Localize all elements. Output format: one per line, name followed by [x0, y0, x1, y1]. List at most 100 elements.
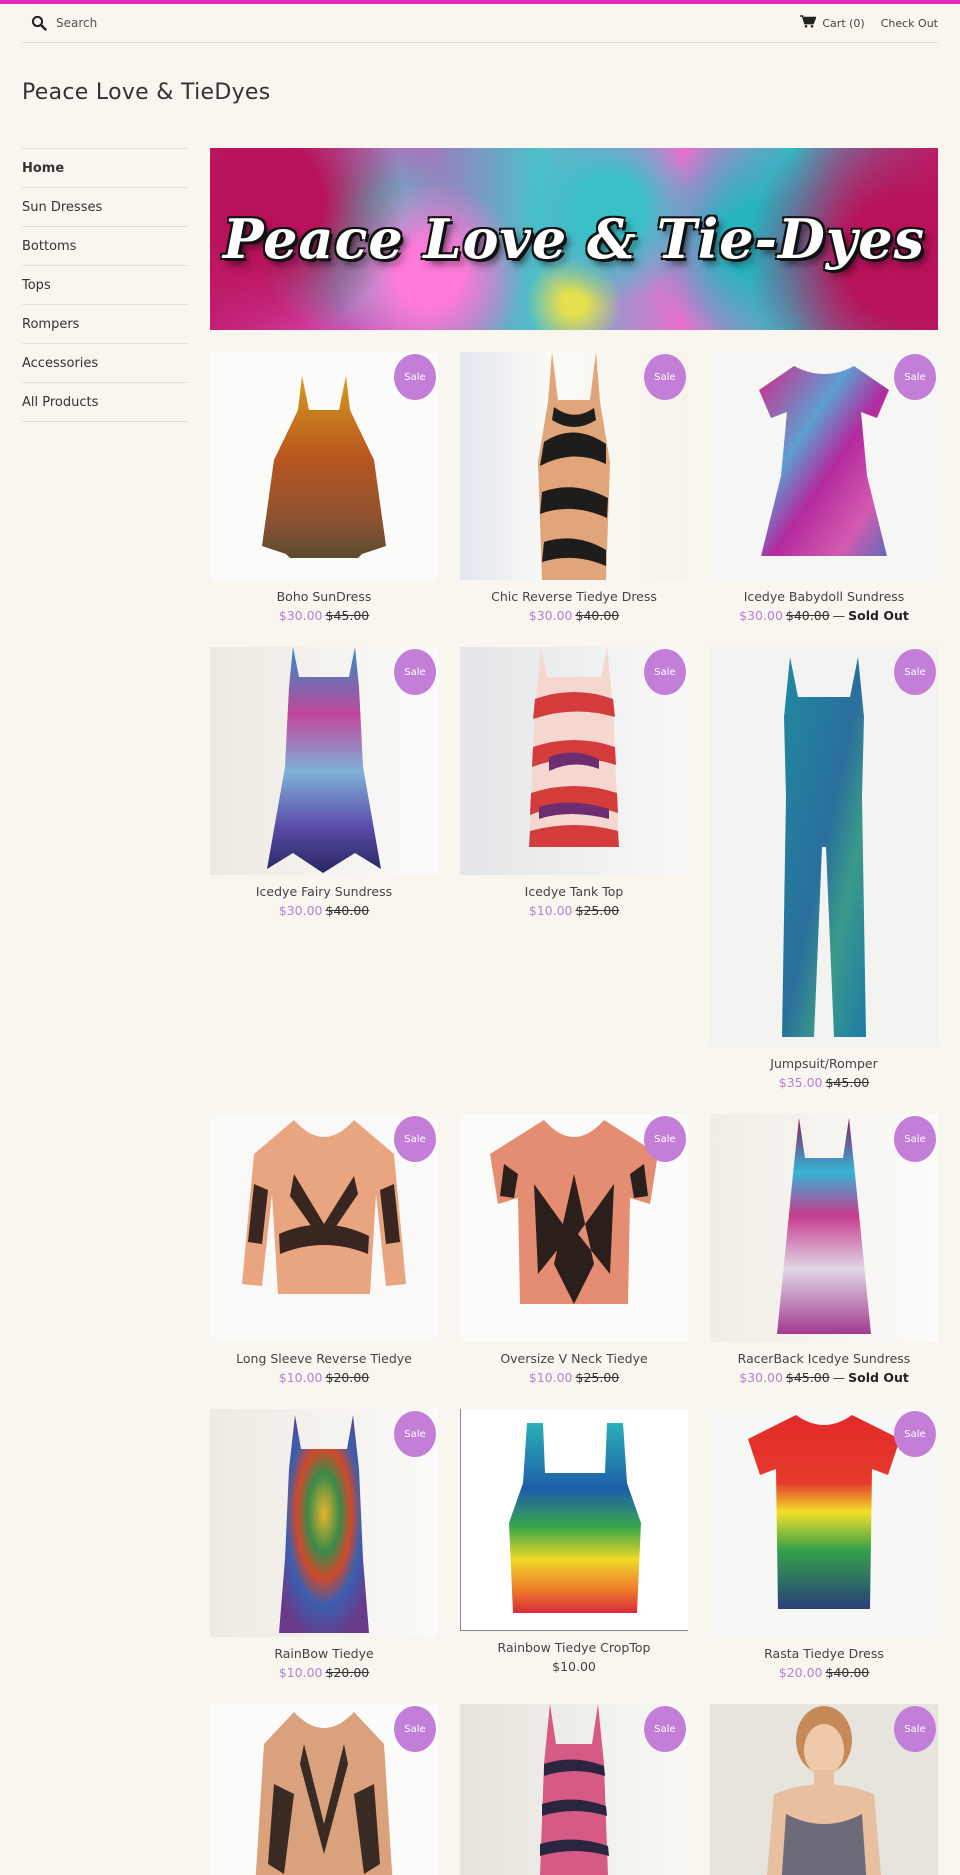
sold-out-label: Sold Out [848, 1370, 909, 1385]
product-title[interactable]: RacerBack Icedye Sundress [710, 1351, 938, 1366]
sale-price: $20.00 [778, 1665, 823, 1680]
product-title[interactable]: Oversize V Neck Tiedye [460, 1351, 688, 1366]
search-input[interactable] [56, 11, 256, 35]
product-price: $35.00 $45.00 [710, 1075, 938, 1090]
product-image[interactable]: Sale [210, 647, 438, 875]
cart-label: Cart (0) [822, 16, 865, 30]
product-image[interactable]: Sale [210, 352, 438, 580]
product-title[interactable]: Boho SunDress [210, 589, 438, 604]
product-price: $30.00 $45.00— Sold Out [710, 1370, 938, 1385]
sale-badge: Sale [394, 1116, 436, 1162]
product-card: Sale [710, 1704, 938, 1875]
compare-price: $25.00 [575, 903, 620, 918]
sale-price: $10.00 [528, 1370, 573, 1385]
product-title[interactable]: Chic Reverse Tiedye Dress [460, 589, 688, 604]
product-image[interactable]: Sale [710, 1704, 938, 1875]
product-title[interactable]: Icedye Tank Top [460, 884, 688, 899]
product-price: $30.00 $40.00— Sold Out [710, 608, 938, 623]
product-title[interactable]: Rasta Tiedye Dress [710, 1646, 938, 1661]
product-card: Sale Jumpsuit/Romper $35.00 $45.00 [710, 647, 938, 1090]
compare-price: $20.00 [325, 1370, 370, 1385]
product-card: Sale Boho SunDress $30.00 $45.00 [210, 352, 438, 623]
product-card: Rainbow Tiedye CropTop $10.00 [460, 1409, 688, 1674]
compare-price: $40.00 [325, 903, 370, 918]
sale-price: $10.00 [528, 903, 573, 918]
product-image[interactable]: Sale [460, 352, 688, 580]
product-card: Sale Chic Reverse Tiedye Dress $30.00 $40… [460, 352, 688, 623]
sale-price: $30.00 [739, 1370, 783, 1385]
compare-price: $45.00 [325, 608, 370, 623]
product-card: Sale RacerBack Icedye Sundress $30.00 $45… [710, 1114, 938, 1385]
price-separator: — [832, 608, 846, 623]
compare-price: $40.00 [575, 608, 620, 623]
sale-price: $30.00 [278, 903, 323, 918]
product-card: Sale Rasta Tiedye Dress $20.00 $40.00 [710, 1409, 938, 1680]
product-image[interactable]: Sale [460, 1704, 688, 1875]
sale-badge: Sale [394, 1411, 436, 1457]
product-card: Sale Oversize V Neck Tiedye $10.00 $25.00 [460, 1114, 688, 1385]
sidebar-item-sun-dresses[interactable]: Sun Dresses [22, 187, 188, 226]
search-form [22, 4, 256, 42]
product-title[interactable]: Long Sleeve Reverse Tiedye [210, 1351, 438, 1366]
sale-badge: Sale [894, 1411, 936, 1457]
product-image[interactable]: Sale [210, 1409, 438, 1637]
compare-price: $20.00 [325, 1665, 370, 1680]
product-price: $10.00 $20.00 [210, 1370, 438, 1385]
product-price: $30.00 $40.00 [460, 608, 688, 623]
product-image[interactable]: Sale [710, 1409, 938, 1637]
product-image[interactable]: Sale [710, 647, 938, 1047]
sidebar-item-bottoms[interactable]: Bottoms [22, 226, 188, 265]
product-image[interactable]: Sale [460, 1114, 688, 1342]
hero-banner[interactable]: Peace Love & Tie-Dyes [210, 148, 938, 330]
product-card: Sale [210, 1704, 438, 1875]
product-card: Sale Icedye Tank Top $10.00 $25.00 [460, 647, 688, 918]
sidebar-item-accessories[interactable]: Accessories [22, 343, 188, 382]
search-icon[interactable] [22, 8, 56, 38]
cart-icon [800, 15, 817, 31]
product-card: Sale RainBow Tiedye $10.00 $20.00 [210, 1409, 438, 1680]
product-price: $10.00 $25.00 [460, 903, 688, 918]
product-card: Sale [460, 1704, 688, 1875]
product-image[interactable]: Sale [210, 1704, 438, 1875]
regular-price: $10.00 [552, 1659, 596, 1674]
sale-badge: Sale [394, 649, 436, 695]
product-title[interactable]: Icedye Fairy Sundress [210, 884, 438, 899]
cart-link[interactable]: Cart (0) [800, 15, 865, 31]
sale-price: $10.00 [278, 1665, 323, 1680]
product-image[interactable] [460, 1409, 688, 1631]
price-separator: — [832, 1370, 846, 1385]
sale-badge: Sale [394, 354, 436, 400]
sale-price: $30.00 [278, 608, 323, 623]
product-title[interactable]: Jumpsuit/Romper [710, 1056, 938, 1071]
product-image[interactable]: Sale [710, 352, 938, 580]
sale-price: $35.00 [778, 1075, 823, 1090]
product-price: $10.00 [460, 1659, 688, 1674]
sidebar-item-tops[interactable]: Tops [22, 265, 188, 304]
sale-badge: Sale [894, 1706, 936, 1752]
product-price: $10.00 $20.00 [210, 1665, 438, 1680]
sidebar-item-home[interactable]: Home [22, 148, 188, 187]
sidebar-item-all-products[interactable]: All Products [22, 382, 188, 421]
product-title[interactable]: Icedye Babydoll Sundress [710, 589, 938, 604]
site-title[interactable]: Peace Love & TieDyes [22, 80, 271, 105]
sale-badge: Sale [894, 649, 936, 695]
product-card: Sale Icedye Fairy Sundress $30.00 $40.00 [210, 647, 438, 918]
compare-price: $45.00 [785, 1370, 830, 1385]
sale-price: $30.00 [739, 608, 783, 623]
product-price: $10.00 $25.00 [460, 1370, 688, 1385]
product-image[interactable]: Sale [710, 1114, 938, 1342]
header-links: Cart (0) Check Out [800, 15, 938, 31]
product-image[interactable]: Sale [210, 1114, 438, 1342]
product-title[interactable]: Rainbow Tiedye CropTop [460, 1640, 688, 1655]
sidebar-item-rompers[interactable]: Rompers [22, 304, 188, 343]
sale-badge: Sale [644, 354, 686, 400]
sale-price: $30.00 [528, 608, 573, 623]
sold-out-label: Sold Out [848, 608, 909, 623]
product-title[interactable]: RainBow Tiedye [210, 1646, 438, 1661]
checkout-link[interactable]: Check Out [881, 17, 938, 30]
product-image[interactable]: Sale [460, 647, 688, 875]
sale-badge: Sale [644, 1706, 686, 1752]
sale-badge: Sale [394, 1706, 436, 1752]
sale-badge: Sale [644, 649, 686, 695]
sale-badge: Sale [894, 1116, 936, 1162]
